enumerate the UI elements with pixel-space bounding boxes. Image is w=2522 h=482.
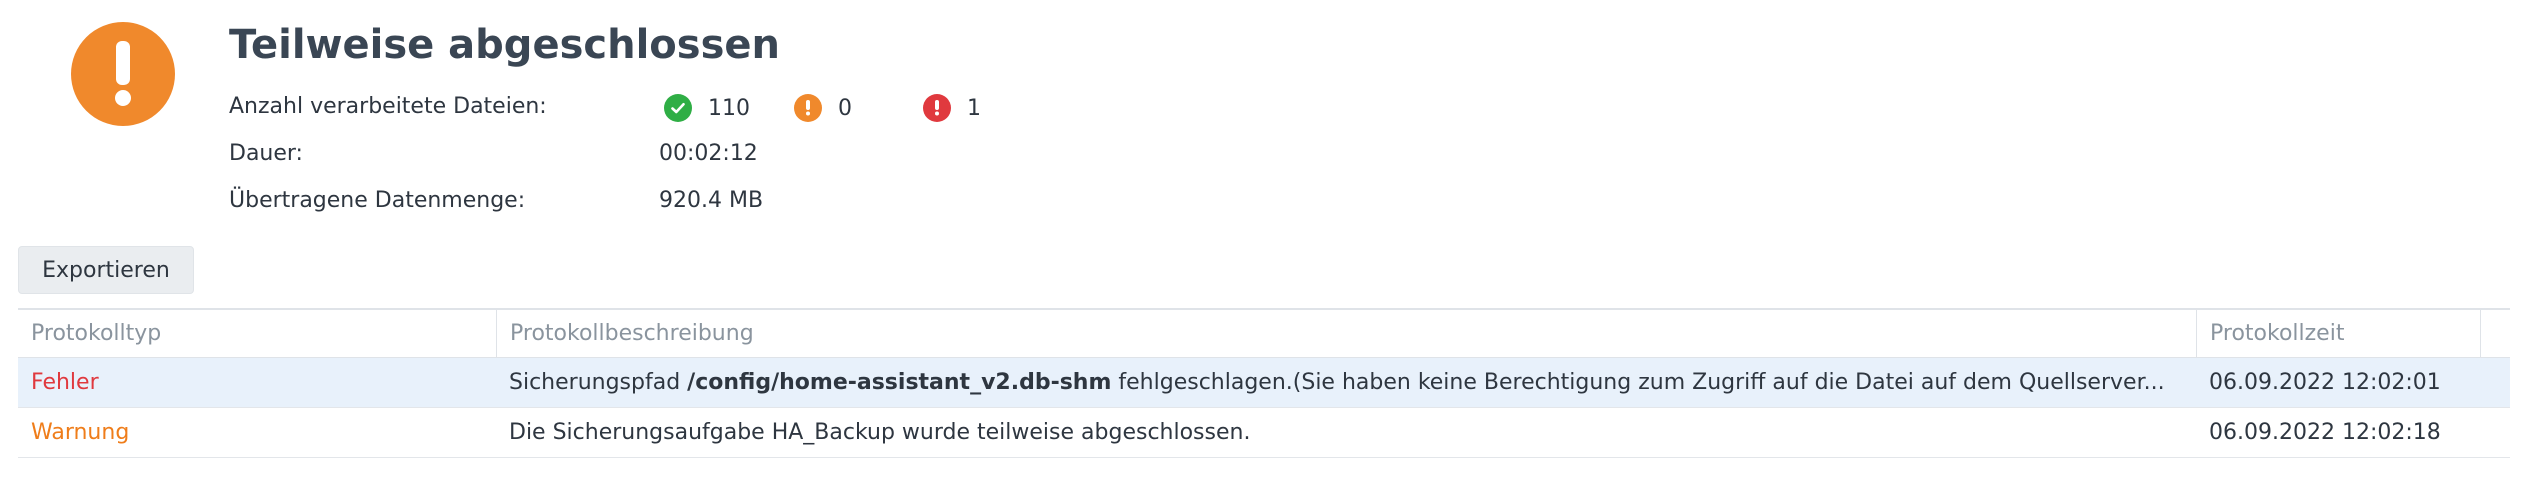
table-row[interactable]: Warnung Die Sicherungsaufgabe HA_Backup … [18, 408, 2510, 458]
transferred-value: 920.4 MB [659, 188, 764, 213]
transferred-label: Übertragene Datenmenge: [229, 188, 526, 213]
warning-count-value: 0 [838, 95, 852, 121]
success-count-value: 110 [708, 95, 750, 121]
log-table: Protokolltyp Protokollbeschreibung Proto… [18, 308, 2510, 458]
warning-icon [794, 94, 822, 122]
log-description: Sicherungspfad /config/home-assistant_v2… [496, 358, 2196, 407]
error-count-value: 1 [967, 95, 981, 121]
log-description-suffix: fehlgeschlagen.(Sie haben keine Berechti… [1111, 370, 2165, 395]
table-row[interactable]: Fehler Sicherungspfad /config/home-assis… [18, 358, 2510, 408]
log-type: Warnung [31, 420, 130, 445]
export-button[interactable]: Exportieren [18, 246, 194, 294]
files-processed-label: Anzahl verarbeitete Dateien: [229, 94, 547, 119]
log-description-path: /config/home-assistant_v2.db-shm [687, 370, 1112, 395]
log-type: Fehler [31, 370, 99, 395]
duration-label: Dauer: [229, 141, 303, 166]
page-title: Teilweise abgeschlossen [229, 22, 780, 68]
error-icon [923, 94, 951, 122]
column-header-type[interactable]: Protokolltyp [18, 310, 496, 357]
column-header-description[interactable]: Protokollbeschreibung [496, 310, 2196, 357]
success-check-icon [664, 94, 692, 122]
log-time: 06.09.2022 12:02:01 [2209, 370, 2441, 395]
table-header: Protokolltyp Protokollbeschreibung Proto… [18, 308, 2510, 358]
success-count: 110 [664, 94, 750, 122]
column-header-time[interactable]: Protokollzeit [2196, 310, 2480, 357]
log-description: Die Sicherungsaufgabe HA_Backup wurde te… [496, 408, 2196, 457]
column-header-end [2480, 310, 2481, 357]
log-time: 06.09.2022 12:02:18 [2209, 420, 2441, 445]
warning-count: 0 [794, 94, 852, 122]
log-description-prefix: Sicherungspfad [509, 370, 688, 395]
log-description-prefix: Die Sicherungsaufgabe HA_Backup wurde te… [509, 420, 1251, 445]
warning-exclamation-icon [71, 22, 175, 126]
duration-value: 00:02:12 [659, 141, 758, 166]
error-count: 1 [923, 94, 981, 122]
